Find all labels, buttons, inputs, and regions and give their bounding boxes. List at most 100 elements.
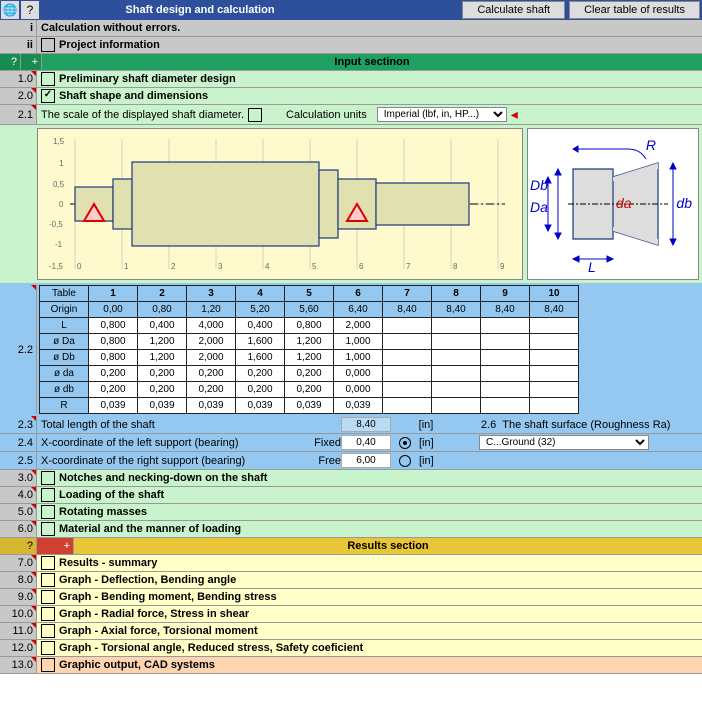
svg-text:5: 5	[312, 262, 317, 271]
svg-text:2: 2	[171, 262, 176, 271]
idx: 13.0	[0, 657, 37, 673]
row-2-1: 2.1 The scale of the displayed shaft dia…	[0, 105, 702, 125]
checkbox-icon[interactable]	[41, 522, 55, 536]
help-button[interactable]: ?	[0, 538, 37, 554]
idx-2: 2.0	[0, 88, 37, 104]
section-7[interactable]: 7.0Results - summary	[0, 555, 702, 572]
section-3[interactable]: 3.0Notches and necking-down on the shaft	[0, 470, 702, 487]
unit: [in]	[419, 455, 449, 467]
expand-button[interactable]: +	[21, 54, 42, 70]
section-8[interactable]: 8.0 Graph - Deflection, Bending angle	[0, 572, 702, 589]
mode-label: Free	[301, 455, 341, 467]
idx: 11.0	[0, 623, 37, 639]
svg-text:0: 0	[77, 262, 82, 271]
section-2[interactable]: 2.0 ✓Shaft shape and dimensions	[0, 88, 702, 105]
checkbox-icon[interactable]	[41, 471, 55, 485]
svg-text:8: 8	[453, 262, 458, 271]
checkbox-icon[interactable]	[41, 590, 55, 604]
idx-24: 2.4	[0, 434, 37, 451]
section-label: Material and the manner of loading	[59, 523, 241, 535]
section-13[interactable]: 13.0 Graphic output, CAD systems	[0, 657, 702, 674]
svg-text:-1: -1	[55, 240, 63, 249]
section-11[interactable]: 11.0 Graph - Axial force, Torsional momen…	[0, 623, 702, 640]
checkbox-icon[interactable]	[41, 573, 55, 587]
scale-label: The scale of the displayed shaft diamete…	[41, 109, 244, 121]
radio-free[interactable]	[399, 455, 411, 467]
idx-21: 2.1	[0, 105, 37, 124]
svg-text:-1,5: -1,5	[49, 262, 63, 271]
scale-checkbox[interactable]	[248, 108, 262, 122]
calculate-button[interactable]: Calculate shaft	[462, 1, 565, 19]
section-label: Notches and necking-down on the shaft	[59, 472, 267, 484]
checkbox-icon[interactable]	[41, 607, 55, 621]
checkbox-icon[interactable]	[41, 556, 55, 570]
table-2-2: 2.2 Table12345678910Origin0,000,801,205,…	[0, 283, 702, 416]
idx: 5.0	[0, 504, 37, 520]
clear-button[interactable]: Clear table of results	[569, 1, 700, 19]
left-support-value[interactable]: 0,40	[341, 435, 391, 450]
help-button[interactable]: ?	[0, 54, 21, 70]
row-2-4: 2.4 X-coordinate of the left support (be…	[0, 434, 702, 452]
dim-da-inner: da	[616, 195, 632, 211]
idx: 9.0	[0, 589, 37, 605]
section-label: Graph - Axial force, Torsional moment	[59, 625, 258, 637]
input-section-header: ? + Input sectinon	[0, 54, 702, 71]
help-icon[interactable]: ?	[21, 1, 39, 19]
results-section-header: ? + Results section	[0, 538, 702, 555]
app-icon[interactable]: 🌐	[1, 1, 19, 19]
checkbox-icon[interactable]	[41, 488, 55, 502]
checkbox-icon[interactable]	[41, 658, 55, 672]
row-2-5: 2.5 X-coordinate of the right support (b…	[0, 452, 702, 470]
checkbox-icon[interactable]	[41, 38, 55, 52]
section-6[interactable]: 6.0Material and the manner of loading	[0, 521, 702, 538]
svg-text:0: 0	[59, 200, 64, 209]
idx-i: i	[0, 20, 37, 36]
input-section-title: Input sectinon	[42, 54, 702, 70]
checkbox-icon[interactable]	[41, 72, 55, 86]
unit: [in]	[419, 437, 449, 449]
checkbox-icon[interactable]	[41, 641, 55, 655]
idx-26: 2.6	[481, 419, 496, 431]
section-label: Graph - Deflection, Bending angle	[59, 574, 236, 586]
section-label: Graphic output, CAD systems	[59, 659, 215, 671]
idx-22: 2.2	[0, 285, 37, 414]
surface-select[interactable]: C...Ground (32)	[479, 435, 649, 450]
section-label: Results - summary	[59, 557, 157, 569]
shaft-graphic-area: 0123456789 1,510,50-0,5-1-1,5	[0, 125, 702, 283]
section-12[interactable]: 12.0Graph - Torsional angle, Reduced str…	[0, 640, 702, 657]
units-label: Calculation units	[286, 109, 367, 121]
right-support-value[interactable]: 6,00	[341, 453, 391, 468]
info-row-i: i Calculation without errors.	[0, 20, 702, 37]
dimension-diagram: R Db Da da db L	[527, 128, 699, 280]
section-1[interactable]: 1.0 Preliminary shaft diameter design	[0, 71, 702, 88]
section-label: Graph - Bending moment, Bending stress	[59, 591, 277, 603]
results-title: Results section	[74, 538, 702, 554]
units-select[interactable]: Imperial (lbf, in, HP...)	[377, 107, 507, 122]
checkbox-icon[interactable]: ✓	[41, 89, 55, 103]
idx-1: 1.0	[0, 71, 37, 87]
idx: 8.0	[0, 572, 37, 588]
svg-text:7: 7	[406, 262, 411, 271]
section-9[interactable]: 9.0 Graph - Bending moment, Bending stres…	[0, 589, 702, 606]
title-bar: 🌐 ? Shaft design and calculation Calcula…	[0, 0, 702, 20]
idx-25: 2.5	[0, 452, 37, 469]
section-4[interactable]: 4.0Loading of the shaft	[0, 487, 702, 504]
left-support-label: X-coordinate of the left support (bearin…	[41, 437, 301, 449]
checkbox-icon[interactable]	[41, 624, 55, 638]
expand-button[interactable]: +	[37, 538, 74, 554]
checkbox-icon[interactable]	[41, 505, 55, 519]
radio-fixed[interactable]	[399, 437, 411, 449]
svg-text:1,5: 1,5	[53, 137, 65, 146]
right-support-label: X-coordinate of the right support (beari…	[41, 455, 301, 467]
mode-label: Fixed	[301, 437, 341, 449]
info-row-ii[interactable]: ii Project information	[0, 37, 702, 54]
dim-db-inner: db	[676, 195, 692, 211]
section-5[interactable]: 5.0 Rotating masses	[0, 504, 702, 521]
section-10[interactable]: 10.0Graph - Radial force, Stress in shea…	[0, 606, 702, 623]
section-label: Loading of the shaft	[59, 489, 164, 501]
idx: 10.0	[0, 606, 37, 622]
section-label: Rotating masses	[59, 506, 147, 518]
shaft-table[interactable]: Table12345678910Origin0,000,801,205,205,…	[39, 285, 579, 414]
dim-da-outer: Da	[530, 199, 548, 215]
surface-label: The shaft surface (Roughness Ra)	[502, 419, 670, 431]
